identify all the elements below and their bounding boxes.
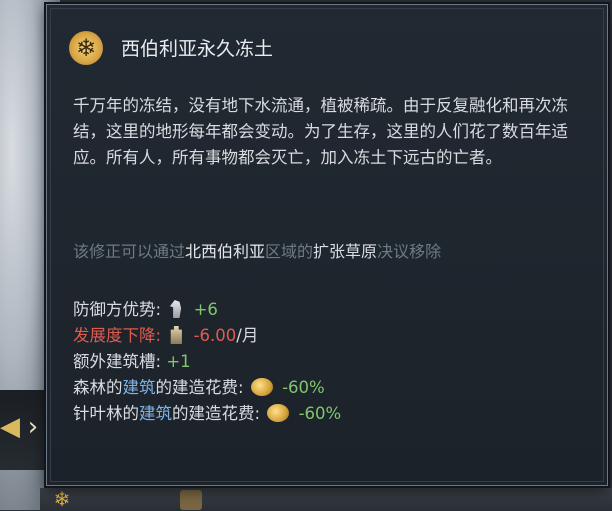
arrow-left-icon[interactable]: ◀ <box>0 412 20 442</box>
modifier-label: 发展度下降: <box>73 326 162 345</box>
coins-icon <box>267 404 290 422</box>
tooltip-title: 西伯利亚永久冻土 <box>121 38 274 60</box>
modifier-label: 针叶林的 <box>73 404 139 423</box>
modifier-development-decline: 发展度下降: -6.00/月 <box>73 323 593 349</box>
building-link[interactable]: 建筑 <box>139 404 172 423</box>
modifier-value: -60% <box>282 378 325 397</box>
tooltip-description: 千万年的冻结，没有地下水流通，植被稀疏。由于反复融化和再次冻结，这里的地形每年都… <box>73 96 568 167</box>
snowflake-icon: ❄ <box>69 31 103 65</box>
arrow-right-icon[interactable]: › <box>24 412 42 442</box>
modifier-value: +6 <box>193 300 218 319</box>
modifier-label: 的建造花费: <box>155 378 244 397</box>
modifier-extra-building-slot: 额外建筑槽: +1 <box>73 349 593 375</box>
modifier-tooltip: ❄ 西伯利亚永久冻土 千万年的冻结，没有地下水流通，植被稀疏。由于反复融化和再次… <box>46 4 608 486</box>
removal-text: 区域的 <box>265 242 314 261</box>
tower-icon <box>170 326 182 344</box>
modifier-label: 的建造花费: <box>172 404 261 423</box>
gem-icon[interactable] <box>180 490 202 510</box>
region-link[interactable]: 北西伯利亚 <box>185 242 265 261</box>
horse-icon <box>169 300 182 318</box>
snowflake-icon[interactable]: ❄ <box>50 488 74 510</box>
removal-text: 该修正可以通过 <box>73 242 186 261</box>
removal-note: 该修正可以通过北西伯利亚区域的扩张草原决议移除 <box>73 239 593 265</box>
removal-text: 决议移除 <box>377 242 442 261</box>
modifier-label: 防御方优势: <box>73 300 162 319</box>
modifier-suffix: /月 <box>236 326 259 345</box>
building-link[interactable]: 建筑 <box>123 378 156 397</box>
modifier-forest-building-cost: 森林的建筑的建造花费: -60% <box>73 375 593 401</box>
modifier-defender-advantage: 防御方优势: +6 <box>73 297 593 323</box>
modifier-label: 森林的 <box>73 378 123 397</box>
modifier-label: 额外建筑槽: <box>73 352 162 371</box>
modifier-value: -6.00 <box>193 326 237 345</box>
coins-icon <box>250 378 273 396</box>
modifier-taiga-building-cost: 针叶林的建筑的建造花费: -60% <box>73 401 593 427</box>
bottom-bar <box>40 488 612 510</box>
modifier-list: 防御方优势: +6 发展度下降: -6.00/月 额外建筑槽: +1 森林的建筑… <box>73 297 593 427</box>
decision-link[interactable]: 扩张草原 <box>313 242 377 261</box>
modifier-value: +1 <box>166 352 191 371</box>
modifier-value: -60% <box>298 404 342 423</box>
